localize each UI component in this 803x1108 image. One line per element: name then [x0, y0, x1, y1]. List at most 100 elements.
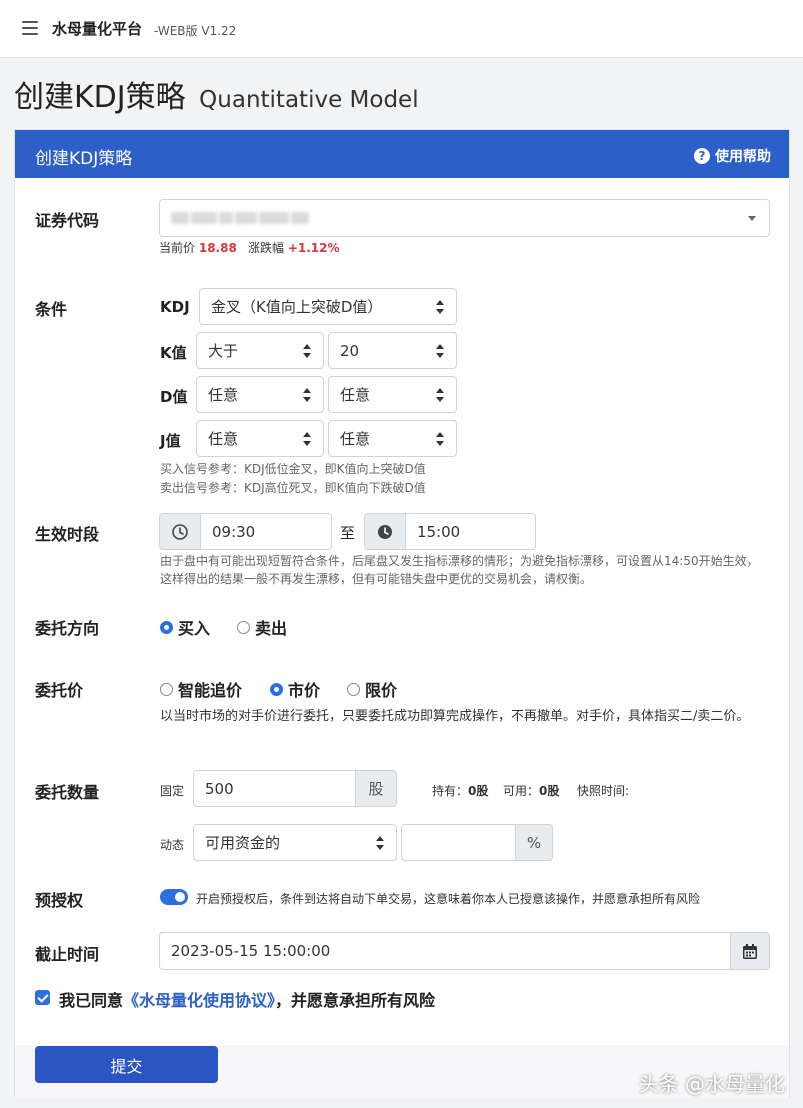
deadline-label: 截止时间: [35, 945, 100, 964]
card-header: 创建KDJ策略 ? 使用帮助: [15, 130, 789, 178]
end-time-value: 15:00: [417, 522, 461, 541]
dynamic-mode-select[interactable]: 可用资金的: [193, 824, 397, 861]
available-value: 0股: [539, 784, 560, 798]
end-clock-icon: [364, 513, 406, 550]
j-value-value: 任意: [340, 430, 371, 448]
price-change: 涨跌幅 +1.12%: [248, 239, 340, 256]
k-label: K值: [160, 344, 187, 362]
preauth-text: 开启预授权后，条件到达将自动下单交易，这意味着你本人已授意该操作，并愿意承担所有…: [196, 892, 701, 906]
start-time-input[interactable]: 09:30: [200, 513, 332, 550]
start-time-value: 09:30: [212, 522, 256, 541]
k-operator-select[interactable]: 大于: [196, 332, 324, 369]
direction-sell-radio[interactable]: 卖出: [237, 615, 287, 639]
card-title: 创建KDJ策略: [35, 149, 133, 169]
kdj-label: KDJ: [160, 298, 190, 316]
top-bar: 水母量化平台 -WEB版 V1.22: [0, 0, 803, 58]
calendar-button[interactable]: [730, 932, 770, 970]
page-title-sub: Quantitative Model: [199, 87, 419, 113]
direction-buy-radio[interactable]: 买入: [160, 615, 210, 639]
d-value-value: 任意: [340, 386, 371, 404]
holding-value: 0股: [468, 784, 489, 798]
quantity-label: 委托数量: [35, 783, 100, 802]
k-value-select[interactable]: 20: [328, 332, 457, 369]
radio-dot: [270, 682, 283, 696]
dynamic-mode-value: 可用资金的: [205, 834, 281, 852]
preauth-toggle[interactable]: [160, 889, 188, 905]
radio-dot: [237, 620, 250, 634]
price-hint: 以当时市场的对手价进行委托，只要委托成功即算完成操作，不再撤单。对手价，具体指买…: [160, 709, 750, 724]
hamburger-icon[interactable]: [22, 21, 38, 35]
submit-button[interactable]: 提交: [35, 1046, 218, 1083]
price-market-label: 市价: [288, 681, 321, 700]
app-version: -WEB版 V1.22: [154, 24, 237, 38]
price-smart-label: 智能追价: [178, 681, 243, 700]
preauth-label: 预授权: [35, 891, 84, 910]
help-link[interactable]: ? 使用帮助: [694, 146, 771, 166]
kdj-signal-select[interactable]: 金叉（K值向上突破D值）: [199, 288, 457, 325]
clock-icon: [378, 524, 392, 539]
buy-signal-hint: 买入信号参考：KDJ低位金叉，即K值向上突破D值: [160, 462, 426, 476]
d-operator-value: 任意: [208, 386, 239, 404]
price-market-radio[interactable]: 市价: [270, 677, 320, 701]
dynamic-label: 动态: [160, 838, 185, 852]
radio-dot: [160, 682, 173, 696]
question-circle-icon: ?: [694, 148, 710, 164]
watermark: 头条 @水母量化: [638, 1072, 785, 1096]
price-label: 委托价: [35, 681, 84, 700]
agree-prefix: 我已同意: [59, 991, 124, 1010]
d-value-select[interactable]: 任意: [328, 376, 457, 413]
k-value-value: 20: [340, 341, 360, 360]
security-blurred-value: [171, 212, 309, 224]
j-operator-select[interactable]: 任意: [196, 420, 324, 457]
current-price-label: 当前价: [159, 241, 196, 255]
period-to: 至: [340, 524, 356, 542]
deadline-value: 2023-05-15 15:00:00: [171, 942, 331, 960]
unit-addon: 股: [355, 770, 397, 807]
clock-icon: [172, 523, 188, 540]
price-change-label: 涨跌幅: [248, 241, 285, 255]
agreement-link[interactable]: 《水母量化使用协议》: [123, 991, 275, 1010]
current-price-value: 18.88: [198, 241, 237, 255]
end-time-input[interactable]: 15:00: [405, 513, 536, 550]
kdj-signal-value: 金叉（K值向上突破D值）: [211, 298, 383, 316]
price-smart-radio[interactable]: 智能追价: [160, 677, 242, 701]
brand-name: 水母量化平台: [52, 20, 143, 38]
price-limit-label: 限价: [365, 681, 398, 700]
calendar-icon: [743, 943, 757, 959]
fixed-quantity-value: 500: [205, 779, 234, 798]
deadline-input[interactable]: 2023-05-15 15:00:00: [159, 932, 731, 970]
fixed-quantity-input[interactable]: 500: [193, 770, 356, 807]
k-operator-value: 大于: [208, 342, 239, 360]
agree-suffix: ，并愿意承担所有风险: [275, 991, 436, 1010]
j-value-select[interactable]: 任意: [328, 420, 457, 457]
d-label: D值: [160, 388, 188, 406]
available-label: 可用：: [503, 784, 540, 798]
start-clock-icon: [159, 513, 201, 550]
security-select[interactable]: [159, 199, 770, 237]
j-label: J值: [160, 432, 181, 450]
sell-signal-hint: 卖出信号参考：KDJ高位死叉，即K值向下跌破D值: [160, 481, 426, 495]
agree-text: 我已同意《水母量化使用协议》，并愿意承担所有风险: [59, 987, 435, 1011]
strategy-form-card: 创建KDJ策略 ? 使用帮助 证券代码 当前价 18.88 涨跌幅 +1.12%…: [14, 129, 790, 1098]
snapshot-time: 快照时间:: [577, 784, 630, 798]
available-info: 可用：0股: [503, 782, 559, 799]
dynamic-percent-input[interactable]: [401, 824, 516, 861]
direction-buy-label: 买入: [178, 619, 211, 638]
period-hint: 由于盘中有可能出现短暂符合条件，后尾盘又发生指标漂移的情形；为避免指标漂移，可设…: [160, 554, 759, 586]
agree-checkbox[interactable]: [35, 990, 50, 1005]
fixed-label: 固定: [160, 784, 185, 798]
direction-sell-label: 卖出: [255, 619, 288, 638]
radio-dot: [160, 620, 173, 634]
current-price: 当前价 18.88: [159, 239, 237, 256]
direction-label: 委托方向: [35, 619, 100, 638]
percent-addon: %: [515, 824, 553, 861]
security-label: 证券代码: [35, 211, 100, 230]
radio-dot: [347, 682, 360, 696]
page-title-main: 创建KDJ策略: [14, 80, 186, 115]
condition-label: 条件: [35, 300, 68, 319]
period-label: 生效时段: [35, 525, 100, 544]
d-operator-select[interactable]: 任意: [196, 376, 324, 413]
price-limit-radio[interactable]: 限价: [347, 677, 397, 701]
help-label: 使用帮助: [715, 149, 771, 165]
price-change-value: +1.12%: [287, 241, 340, 255]
